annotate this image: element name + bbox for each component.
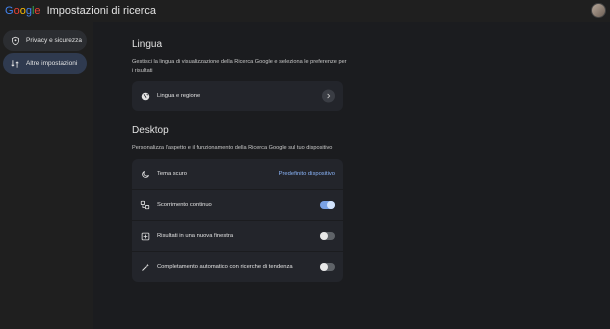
top-bar: Google Impostazioni di ricerca (0, 0, 610, 22)
tema-scuro-label: Tema scuro (157, 171, 187, 177)
toggle-knob (320, 263, 328, 271)
completamento-automatico-row[interactable]: Completamento automatico con ricerche di… (132, 252, 343, 282)
new-window-icon (140, 231, 150, 241)
lingua-regione-row[interactable]: Lingua e regione (132, 81, 343, 111)
tema-scuro-row[interactable]: Tema scuro Predefinito dispositivo (132, 159, 343, 190)
scorrimento-continuo-label: Scorrimento continuo (157, 202, 212, 208)
section-description-lingua: Gestisci la lingua di visualizzazione de… (132, 59, 347, 74)
completamento-automatico-toggle[interactable] (320, 263, 335, 271)
sidebar-item-label: Altre impostazioni (26, 60, 78, 67)
page-header: Google Impostazioni di ricerca (5, 5, 156, 17)
scorrimento-continuo-toggle[interactable] (320, 201, 335, 209)
lingua-regione-label: Lingua e regione (157, 93, 201, 99)
desktop-card: Tema scuro Predefinito dispositivo Scorr… (132, 159, 343, 282)
sliders-icon (10, 59, 20, 69)
toggle-knob (327, 201, 335, 209)
page-title: Impostazioni di ricerca (46, 5, 157, 17)
scorrimento-continuo-row[interactable]: Scorrimento continuo (132, 190, 343, 221)
moon-icon (140, 169, 150, 179)
main-content: Lingua Gestisci la lingua di visualizzaz… (93, 22, 610, 329)
sidebar-item-label: Privacy e sicurezza (26, 37, 82, 44)
sidebar-item-altre-impostazioni[interactable]: Altre impostazioni (3, 53, 87, 74)
nuova-finestra-row[interactable]: Risultati in una nuova finestra (132, 221, 343, 252)
scroll-icon (140, 200, 150, 210)
nuova-finestra-toggle[interactable] (320, 232, 335, 240)
lingua-card: Lingua e regione (132, 81, 343, 111)
shield-icon (10, 36, 20, 46)
toggle-knob (320, 232, 328, 240)
sidebar: Privacy e sicurezza Altre impostazioni (0, 22, 93, 329)
section-title-desktop: Desktop (132, 125, 169, 136)
completamento-automatico-label: Completamento automatico con ricerche di… (157, 264, 293, 270)
avatar[interactable] (591, 3, 606, 18)
section-description-desktop: Personalizza l'aspetto e il funzionament… (132, 145, 333, 151)
section-title-lingua: Lingua (132, 39, 163, 50)
chevron-right-icon[interactable] (322, 89, 335, 103)
google-logo[interactable]: Google (5, 5, 44, 17)
magic-wand-icon (140, 262, 150, 272)
nuova-finestra-label: Risultati in una nuova finestra (157, 233, 234, 239)
globe-icon (140, 91, 150, 101)
tema-scuro-value-link[interactable]: Predefinito dispositivo (279, 171, 335, 177)
sidebar-item-privacy[interactable]: Privacy e sicurezza (3, 30, 87, 51)
